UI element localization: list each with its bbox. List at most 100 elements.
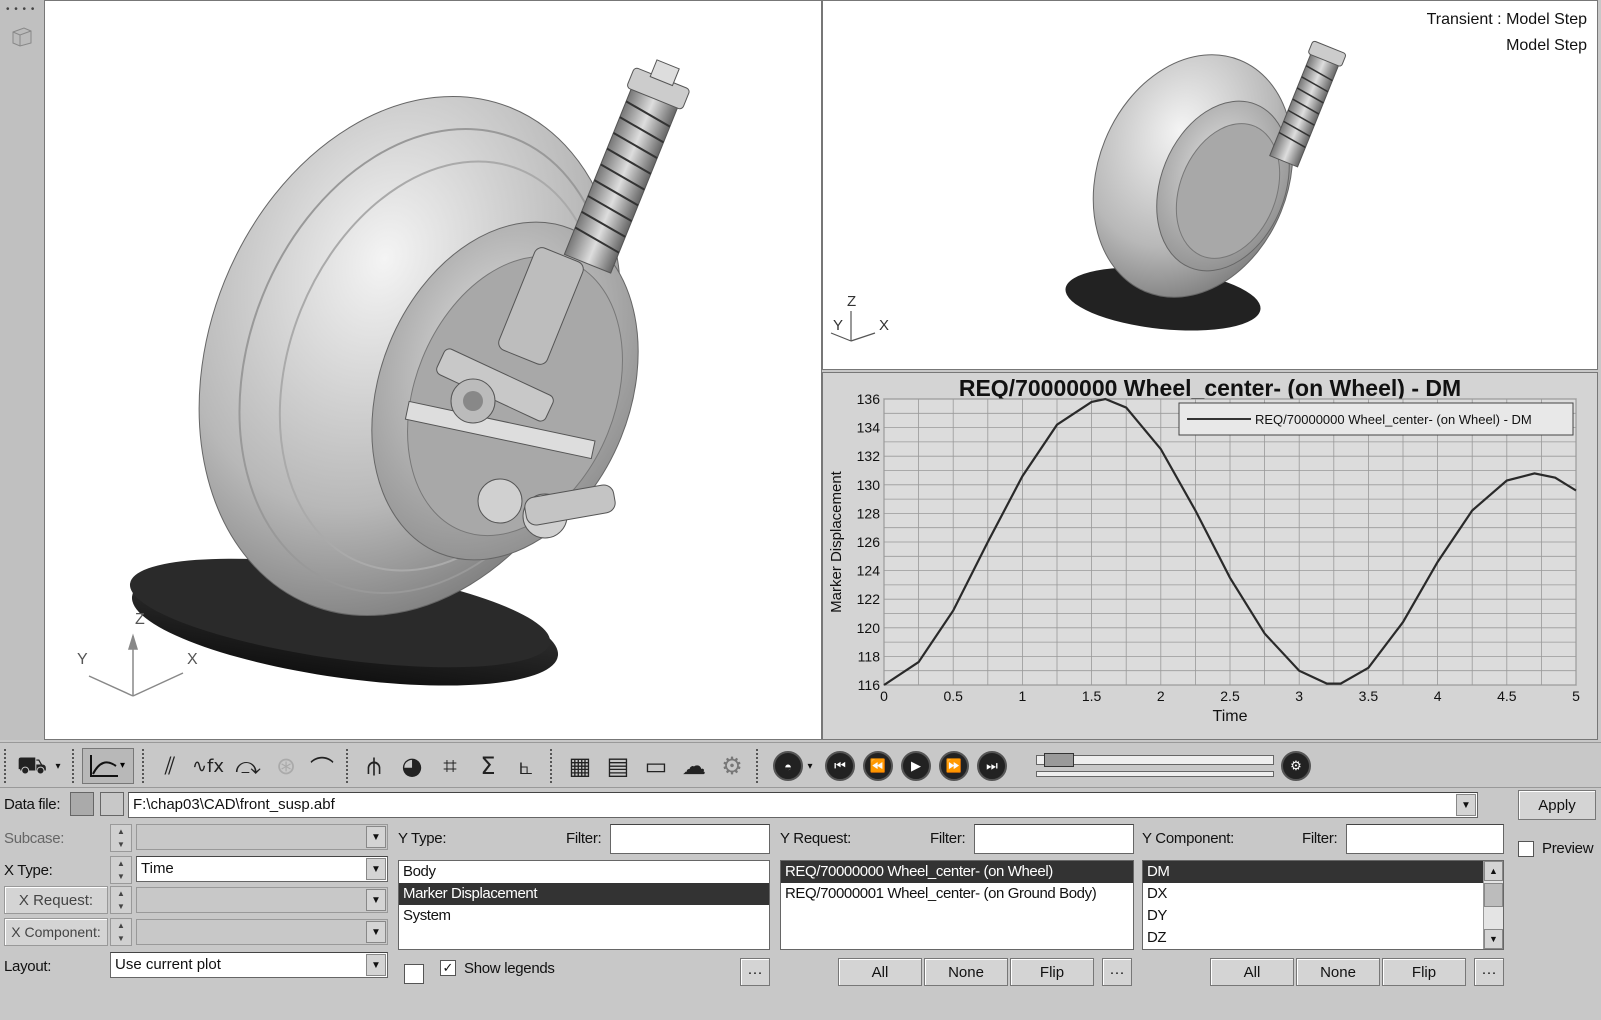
y-component-item[interactable]: DZ bbox=[1143, 927, 1503, 949]
disabled-tool-icon[interactable]: ⊛ bbox=[268, 748, 304, 784]
axes-icon[interactable]: ⫛ bbox=[356, 748, 392, 784]
x-component-select[interactable]: ▼ bbox=[136, 919, 388, 945]
y-component-scrollbar[interactable]: ▲ ▼ bbox=[1483, 861, 1503, 949]
y-component-flip-button[interactable]: Flip bbox=[1382, 958, 1466, 986]
page-icon[interactable]: ▭ bbox=[638, 748, 674, 784]
layout-label: Layout: bbox=[4, 958, 52, 975]
step-forward-icon[interactable]: ⏩ bbox=[936, 748, 972, 784]
scroll-down-icon[interactable]: ▼ bbox=[1484, 929, 1503, 949]
y-tick-label: 134 bbox=[857, 420, 881, 436]
animation-mode-icon[interactable]: ◓ bbox=[770, 748, 806, 784]
x-type-select[interactable]: Time ▼ bbox=[136, 856, 388, 882]
strip-grip[interactable]: • • • • bbox=[6, 4, 35, 15]
derivative-icon[interactable]: ⦜ bbox=[508, 748, 544, 784]
y-component-filter-input[interactable] bbox=[1346, 824, 1504, 854]
build-plots-icon[interactable]: ▾ bbox=[82, 748, 134, 784]
subcase-select[interactable]: ▼ bbox=[136, 824, 388, 850]
y-type-list[interactable]: Body Marker Displacement System bbox=[398, 860, 770, 950]
y-component-item[interactable]: DY bbox=[1143, 905, 1503, 927]
table-icon[interactable]: ▤ bbox=[600, 748, 636, 784]
main-3d-viewport[interactable]: Z Y X bbox=[44, 0, 822, 740]
y-type-filter-label: Filter: bbox=[566, 830, 602, 847]
y-component-item[interactable]: DX bbox=[1143, 883, 1503, 905]
y-type-item[interactable]: Body bbox=[399, 861, 769, 883]
open-file-icon[interactable] bbox=[100, 792, 124, 816]
chevron-down-icon[interactable]: ▼ bbox=[366, 889, 386, 911]
slider-track-secondary[interactable] bbox=[1036, 771, 1274, 777]
y-component-more-button[interactable]: ··· bbox=[1474, 958, 1504, 986]
chevron-down-icon[interactable]: ▼ bbox=[366, 858, 386, 880]
play-icon[interactable]: ▶ bbox=[898, 748, 934, 784]
y-request-item[interactable]: REQ/70000001 Wheel_center- (on Ground Bo… bbox=[781, 883, 1133, 905]
data-file-input[interactable]: F:\chap03\CAD\front_susp.abf ▼ bbox=[128, 792, 1478, 818]
x-type-stepper[interactable]: ▲ ▼ bbox=[110, 856, 132, 884]
x-type-label: X Type: bbox=[4, 862, 53, 879]
axis-x-label: X bbox=[187, 651, 198, 668]
y-request-list[interactable]: REQ/70000000 Wheel_center- (on Wheel) REQ… bbox=[780, 860, 1134, 950]
main-toolbar: ⛟ ▾ ▾ ⫽ ∿fx ⤼ ⊛ ⌒ ⫛ ◕ ⌗ Σ ⦜ ▦ ▤ ▭ ☁ ⚙ ◓ … bbox=[0, 742, 1601, 788]
chevron-down-icon[interactable]: ▼ bbox=[1456, 794, 1476, 816]
pie-icon[interactable]: ◕ bbox=[394, 748, 430, 784]
preview-label: Preview bbox=[1542, 840, 1594, 857]
peak-icon[interactable]: ⌒ bbox=[304, 748, 340, 784]
scroll-thumb[interactable] bbox=[1484, 883, 1503, 907]
chevron-down-icon[interactable]: ▾ bbox=[802, 748, 818, 784]
animation-settings-icon[interactable]: ⚙ bbox=[1278, 748, 1314, 784]
chevron-down-icon[interactable]: ▼ bbox=[366, 921, 386, 943]
x-request-stepper[interactable]: ▲ ▼ bbox=[110, 886, 132, 914]
y-component-item[interactable]: DM bbox=[1143, 861, 1503, 883]
y-request-item[interactable]: REQ/70000000 Wheel_center- (on Wheel) bbox=[781, 861, 1133, 883]
chevron-down-icon[interactable]: ▼ bbox=[366, 954, 386, 976]
scroll-up-icon[interactable]: ▲ bbox=[1484, 861, 1503, 881]
y-type-item[interactable]: System bbox=[399, 905, 769, 927]
x-component-button[interactable]: X Component: bbox=[4, 918, 108, 946]
math-function-icon[interactable]: ∿fx bbox=[190, 748, 226, 784]
skip-to-start-icon[interactable]: ⏮ bbox=[822, 748, 858, 784]
y-type-filter-input[interactable] bbox=[610, 824, 770, 854]
y-type-more-button[interactable]: ··· bbox=[740, 958, 770, 986]
subcase-stepper[interactable]: ▲ ▼ bbox=[110, 824, 132, 852]
y-type-item[interactable]: Marker Displacement bbox=[399, 883, 769, 905]
note-icon[interactable]: ☁ bbox=[676, 748, 712, 784]
x-component-stepper[interactable]: ▲ ▼ bbox=[110, 918, 132, 946]
result-type-label: Transient : Model Step bbox=[1426, 11, 1587, 28]
x-axis-label: Time bbox=[1213, 708, 1248, 725]
crosshair-icon[interactable]: ⌗ bbox=[432, 748, 468, 784]
preview-checkbox[interactable] bbox=[1518, 841, 1534, 857]
x-tick-label: 0.5 bbox=[943, 688, 963, 704]
show-legends-checkbox[interactable]: ✓ bbox=[440, 960, 456, 976]
auto-checkbox[interactable] bbox=[404, 964, 424, 984]
gear-icon[interactable]: ⚙ bbox=[714, 748, 750, 784]
add-point-icon[interactable]: ⤼ bbox=[230, 748, 266, 784]
y-component-all-button[interactable]: All bbox=[1210, 958, 1294, 986]
step-back-icon[interactable]: ⏪ bbox=[860, 748, 896, 784]
apply-button[interactable]: Apply bbox=[1518, 790, 1596, 820]
animation-slider[interactable] bbox=[1036, 751, 1274, 781]
cube-icon[interactable] bbox=[10, 24, 34, 52]
build-plots-panel: Data file: F:\chap03\CAD\front_susp.abf … bbox=[0, 790, 1601, 1020]
y-request-none-button[interactable]: None bbox=[924, 958, 1008, 986]
y-request-more-button[interactable]: ··· bbox=[1102, 958, 1132, 986]
toolbar-grip[interactable] bbox=[4, 749, 7, 783]
plot-viewport[interactable]: REQ/70000000 Wheel_center- (on Wheel) - … bbox=[822, 372, 1598, 740]
layout-select[interactable]: Use current plot ▼ bbox=[110, 952, 388, 978]
grid-icon[interactable]: ▦ bbox=[562, 748, 598, 784]
y-component-list[interactable]: DM DX DY DZ ▲ ▼ bbox=[1142, 860, 1504, 950]
x-request-button[interactable]: X Request: bbox=[4, 886, 108, 914]
y-request-filter-input[interactable] bbox=[974, 824, 1134, 854]
folder-icon[interactable] bbox=[70, 792, 94, 816]
curve-editor-icon[interactable]: ⫽ bbox=[152, 748, 188, 784]
y-component-none-button[interactable]: None bbox=[1296, 958, 1380, 986]
skip-to-end-icon[interactable]: ⏭ bbox=[974, 748, 1010, 784]
chevron-down-icon[interactable]: ▾ bbox=[50, 748, 66, 784]
y-request-all-button[interactable]: All bbox=[838, 958, 922, 986]
model-info-icon[interactable]: ⛟ bbox=[14, 748, 50, 784]
x-request-select[interactable]: ▼ bbox=[136, 887, 388, 913]
y-request-label: Y Request: bbox=[780, 830, 851, 847]
secondary-3d-viewport[interactable]: Transient : Model Step Model Step Z Y X bbox=[822, 0, 1598, 370]
sum-icon[interactable]: Σ bbox=[470, 748, 506, 784]
suspension-model-small bbox=[830, 40, 1347, 342]
slider-thumb[interactable] bbox=[1044, 753, 1074, 767]
chevron-down-icon[interactable]: ▼ bbox=[366, 826, 386, 848]
y-request-flip-button[interactable]: Flip bbox=[1010, 958, 1094, 986]
